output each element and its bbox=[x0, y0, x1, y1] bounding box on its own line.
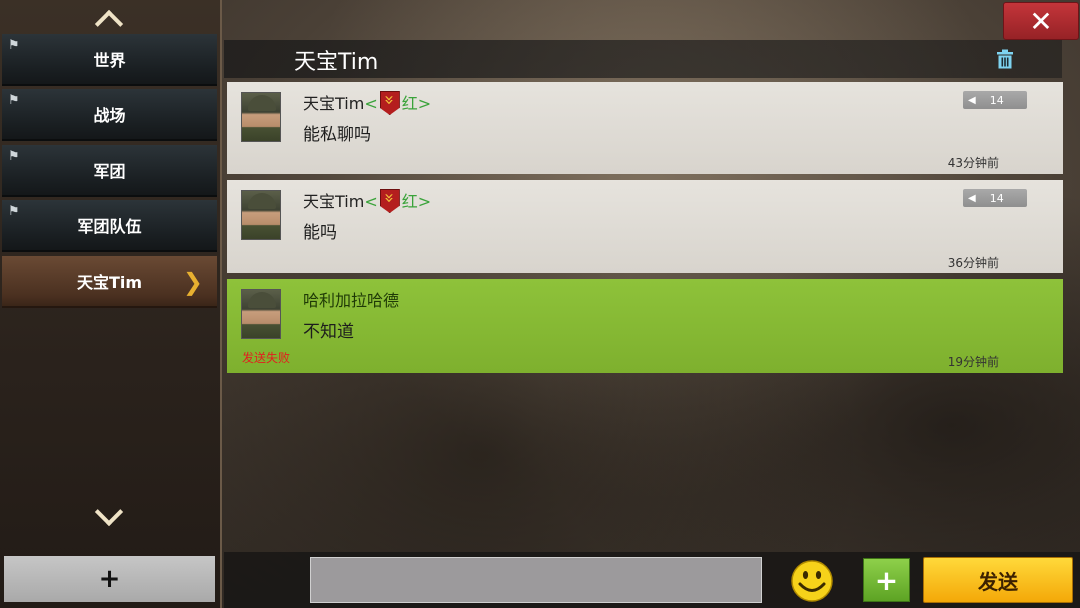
message-input[interactable] bbox=[310, 557, 762, 603]
trash-icon[interactable] bbox=[994, 48, 1016, 70]
sender-name: 天宝Tim bbox=[303, 94, 365, 113]
chat-message-own: 哈利加拉哈德 不知道 发送失败 19分钟前 bbox=[227, 279, 1063, 373]
sender-name: 天宝Tim bbox=[303, 192, 365, 211]
team-name: 红 bbox=[401, 192, 418, 211]
channel-item-world[interactable]: ⚑ 世界 bbox=[2, 34, 217, 86]
level-value: 14 bbox=[989, 93, 1004, 107]
scroll-up-button[interactable] bbox=[0, 2, 218, 39]
message-text: 能吗 bbox=[303, 223, 337, 243]
smiley-icon[interactable] bbox=[790, 559, 834, 603]
team-tag-open: < bbox=[364, 192, 378, 211]
avatar[interactable] bbox=[241, 289, 281, 339]
channel-label: 世界 bbox=[93, 51, 126, 70]
level-value: 14 bbox=[989, 191, 1004, 205]
channel-label: 天宝Tim bbox=[76, 273, 143, 292]
speaker-icon: ◀ bbox=[968, 192, 976, 204]
sender-name: 哈利加拉哈德 bbox=[303, 291, 400, 310]
chevron-down-icon bbox=[94, 497, 124, 527]
channel-label: 战场 bbox=[93, 106, 126, 125]
chat-message: 天宝Tim< 红> ◀ 14 能私聊吗 43分钟前 bbox=[227, 82, 1063, 174]
message-sender[interactable]: 天宝Tim< 红> bbox=[303, 90, 431, 115]
level-pill: ◀ 14 bbox=[963, 189, 1027, 207]
chevron-right-icon: ❯ bbox=[182, 268, 203, 296]
team-tag-open: < bbox=[364, 94, 378, 113]
message-time: 43分钟前 bbox=[947, 156, 999, 170]
team-tag-close: > bbox=[417, 192, 432, 211]
send-failed-label[interactable]: 发送失败 bbox=[242, 349, 290, 366]
speaker-icon: ◀ bbox=[968, 94, 976, 106]
message-text: 不知道 bbox=[303, 322, 354, 342]
channel-label: 军团 bbox=[93, 162, 126, 181]
send-button[interactable]: 发送 bbox=[923, 557, 1073, 603]
channel-label: 军团队伍 bbox=[77, 217, 142, 236]
pin-icon: ⚑ bbox=[8, 38, 20, 53]
message-sender[interactable]: 天宝Tim< 红> bbox=[303, 188, 431, 213]
team-name: 红 bbox=[401, 94, 418, 113]
avatar[interactable] bbox=[241, 92, 281, 142]
channel-item-private-chat[interactable]: 天宝Tim ❯ bbox=[2, 256, 217, 308]
rank-badge-icon bbox=[379, 189, 400, 213]
close-button[interactable]: ✕ bbox=[1003, 2, 1079, 40]
channel-sidebar: ⚑ 世界 ⚑ 战场 ⚑ 军团 ⚑ 军团队伍 天宝Tim ❯ + bbox=[0, 0, 222, 608]
pin-icon: ⚑ bbox=[8, 93, 20, 108]
pin-icon: ⚑ bbox=[8, 204, 20, 219]
chat-message: 天宝Tim< 红> ◀ 14 能吗 36分钟前 bbox=[227, 180, 1063, 273]
pin-icon: ⚑ bbox=[8, 149, 20, 164]
channel-item-legion-team[interactable]: ⚑ 军团队伍 bbox=[2, 200, 217, 252]
avatar[interactable] bbox=[241, 190, 281, 240]
message-text: 能私聊吗 bbox=[303, 125, 371, 145]
rank-badge-icon bbox=[379, 91, 400, 115]
scroll-down-button[interactable] bbox=[0, 497, 218, 534]
attach-plus-button[interactable]: + bbox=[863, 558, 910, 602]
message-time: 36分钟前 bbox=[947, 256, 999, 270]
level-pill: ◀ 14 bbox=[963, 91, 1027, 109]
channel-item-legion[interactable]: ⚑ 军团 bbox=[2, 145, 217, 197]
chat-title: 天宝Tim bbox=[294, 50, 379, 75]
team-tag-close: > bbox=[417, 94, 432, 113]
channel-item-battlefield[interactable]: ⚑ 战场 bbox=[2, 89, 217, 141]
message-time: 19分钟前 bbox=[947, 355, 999, 369]
add-channel-button[interactable]: + bbox=[4, 556, 215, 602]
